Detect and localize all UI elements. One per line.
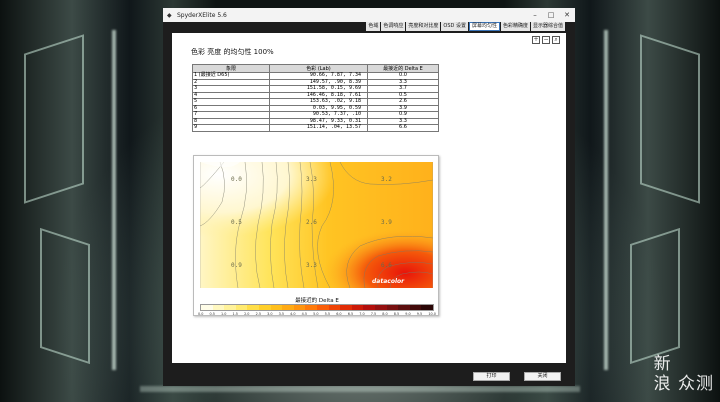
uniformity-heatmap: 0.0 3.3 3.2 0.5 2.6 3.9 0.9 3.3 6.6 data… [193, 155, 439, 316]
scale-swatch [282, 305, 294, 310]
tab-brightness-contrast[interactable]: 亮度和对比度 [406, 22, 441, 31]
tab-display-rating[interactable]: 显示器综合值 [530, 22, 565, 31]
scale-swatch [270, 305, 283, 310]
scale-swatch [351, 305, 364, 310]
footer-bar: 打印 关闭 [163, 363, 575, 386]
report-toolbar: + − ⌕ [532, 36, 560, 44]
sina-watermark: 新 浪 众测 [654, 354, 714, 394]
scale-swatch [363, 305, 375, 310]
print-button[interactable]: 打印 [473, 372, 510, 381]
heat-cell-8: 3.3 [306, 262, 317, 269]
table-row: 9 151.14, .04, 13.57 6.6 [192, 124, 439, 132]
heat-cell-1: 0.0 [231, 176, 242, 183]
scale-swatch [328, 305, 341, 310]
wallpaper-panel-right-top [640, 34, 700, 204]
tab-screen-uniformity[interactable]: 屏幕均匀性 [468, 22, 500, 31]
scale-swatch [247, 305, 259, 310]
tab-color-accuracy[interactable]: 色彩精确度 [500, 22, 530, 31]
scale-tick-label: 2.5 [255, 312, 261, 316]
spyder-window: ◆ SpyderXElite 5.6 – □ ✕ 色域 色调响应 亮度和对比度 … [163, 8, 575, 386]
zoom-in-icon[interactable]: + [532, 36, 540, 44]
scale-swatch [293, 305, 306, 310]
wallpaper-panel-right-bottom [630, 227, 680, 365]
scale-swatch [409, 305, 422, 310]
heat-cell-4: 0.5 [231, 219, 242, 226]
scale-tick-label: 6.0 [336, 312, 342, 316]
scale-swatch [398, 305, 410, 310]
datacolor-logo: datacolor [372, 278, 405, 285]
scale-tick-labels: 0.0 0.5 1.0 1.5 2.0 2.5 3.0 3.5 4.0 4.5 5.0 5.5 6.0 6… [198, 312, 436, 316]
scale-tick-label: 5.0 [313, 312, 319, 316]
scale-tick-label: 4.0 [290, 312, 296, 316]
scale-tick-label: 8.0 [382, 312, 388, 316]
uniformity-table: 象限 色彩 (Lab) 最接近的 Delta E 1 (最接近 D65) 90.6… [192, 64, 439, 132]
heat-cell-9: 6.6 [381, 262, 392, 269]
scale-swatch [258, 305, 271, 310]
scale-swatch [374, 305, 387, 310]
scale-swatch [340, 305, 352, 310]
row-delta-e: 6.6 [367, 124, 439, 132]
tab-tone-response[interactable]: 色调响应 [381, 22, 406, 31]
minimize-button[interactable]: – [527, 8, 543, 22]
scale-title: 最接近的 Delta E [295, 298, 339, 304]
zoom-out-icon[interactable]: − [542, 36, 550, 44]
scale-tick-label: 0.0 [198, 312, 204, 316]
titlebar: ◆ SpyderXElite 5.6 – □ ✕ [163, 8, 575, 22]
scale-tick-label: 8.5 [393, 312, 400, 316]
scale-tick-label: 3.0 [267, 312, 273, 316]
scale-swatch [201, 305, 213, 310]
scale-tick-label: 1.0 [221, 312, 227, 316]
row-quadrant: 9 [192, 124, 270, 132]
wallpaper-glow-right [604, 30, 608, 370]
tab-gamut[interactable]: 色域 [366, 22, 381, 31]
scale-tick-label: 9.5 [416, 312, 423, 316]
scale-tick-label: 9.0 [405, 312, 411, 316]
scale-swatch [305, 305, 317, 310]
scale-tick-label: 4.5 [301, 312, 308, 316]
scale-swatch [421, 305, 433, 310]
app-icon: ◆ [167, 11, 172, 19]
scale-tick-label: 3.5 [278, 312, 285, 316]
scale-tick-label: 10.0 [428, 312, 436, 316]
scale-tick-label: 5.5 [324, 312, 331, 316]
maximize-button[interactable]: □ [543, 8, 559, 22]
wallpaper-panel-left-bottom [40, 227, 90, 365]
scale-tick-label: 7.0 [359, 312, 365, 316]
tab-bar: 色域 色调响应 亮度和对比度 OSD 设置 屏幕均匀性 色彩精确度 显示器综合值 [171, 22, 567, 32]
window-title: SpyderXElite 5.6 [177, 11, 227, 19]
tabs: 色域 色调响应 亮度和对比度 OSD 设置 屏幕均匀性 色彩精确度 显示器综合值 [366, 22, 565, 31]
heat-cell-3: 3.2 [381, 176, 392, 183]
scale-swatch [212, 305, 225, 310]
heat-cell-6: 3.9 [381, 219, 392, 226]
wallpaper-glow-left [112, 30, 116, 370]
scale-tick-label: 7.5 [370, 312, 377, 316]
scale-swatch [235, 305, 248, 310]
scale-tick-label: 0.5 [209, 312, 215, 316]
row-lab: 151.14, .04, 13.57 [269, 124, 368, 132]
scale-swatch [224, 305, 236, 310]
magnify-icon[interactable]: ⌕ [552, 36, 560, 44]
heat-cell-7: 0.9 [231, 262, 242, 269]
scale-tick-label: 2.0 [244, 312, 250, 316]
heat-cell-5: 2.6 [306, 219, 317, 226]
scale-tick-label: 6.5 [347, 312, 354, 316]
watermark-text: 新 浪 众测 [653, 354, 714, 394]
close-button[interactable]: 关闭 [524, 372, 561, 381]
scale-swatch [386, 305, 399, 310]
tab-osd-settings[interactable]: OSD 设置 [441, 22, 468, 31]
delta-e-color-scale [200, 304, 434, 311]
scale-swatch [316, 305, 329, 310]
heat-cell-2: 3.3 [306, 176, 317, 183]
wallpaper-panel-left-top [24, 34, 84, 204]
report-title: 色彩 亮度 的均匀性 100% [191, 48, 274, 56]
wallpaper-floor-glow [140, 386, 580, 392]
scale-tick-label: 1.5 [232, 312, 238, 316]
close-window-button[interactable]: ✕ [559, 8, 575, 22]
